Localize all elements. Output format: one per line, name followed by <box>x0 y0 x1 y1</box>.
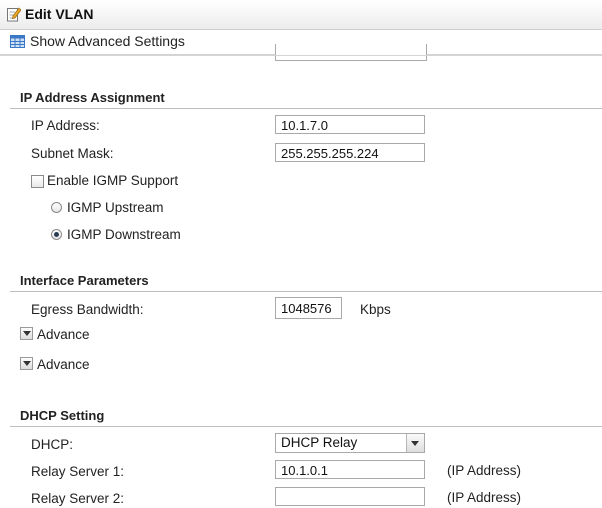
advance-toggle-icon[interactable] <box>20 357 33 370</box>
dhcp-label: DHCP: <box>31 437 74 452</box>
igmp-downstream-label: IGMP Downstream <box>67 227 181 242</box>
enable-igmp-checkbox[interactable] <box>31 175 44 188</box>
toolbar-divider <box>0 55 602 56</box>
ip-address-input[interactable]: 10.1.7.0 <box>275 115 425 134</box>
relay-server-1-input[interactable]: 10.1.0.1 <box>275 460 425 479</box>
window-title: Edit VLAN <box>25 6 94 22</box>
enable-igmp-label: Enable IGMP Support <box>47 173 179 188</box>
section-title-interface-parameters: Interface Parameters <box>20 273 149 288</box>
edit-pencil-icon <box>7 7 21 22</box>
section-rule <box>10 108 602 109</box>
relay-server-1-hint: (IP Address) <box>447 463 522 478</box>
subnet-mask-label: Subnet Mask: <box>31 146 114 161</box>
dhcp-select-value: DHCP Relay <box>281 435 358 450</box>
igmp-upstream-label: IGMP Upstream <box>67 200 164 215</box>
egress-bandwidth-unit: Kbps <box>360 302 391 317</box>
advance-toggle-label[interactable]: Advance <box>37 357 90 372</box>
advance-toggle-label[interactable]: Advance <box>37 327 90 342</box>
subnet-mask-input[interactable]: 255.255.255.224 <box>275 143 425 162</box>
relay-server-2-input[interactable] <box>275 487 425 506</box>
igmp-downstream-radio[interactable] <box>51 229 62 240</box>
section-rule <box>10 426 602 427</box>
table-grid-icon[interactable] <box>10 35 25 48</box>
igmp-upstream-radio[interactable] <box>51 202 62 213</box>
relay-server-2-hint: (IP Address) <box>447 490 522 505</box>
section-title-dhcp-setting: DHCP Setting <box>20 408 105 423</box>
egress-bandwidth-input[interactable]: 1048576 <box>275 297 342 319</box>
egress-bandwidth-label: Egress Bandwidth: <box>31 302 144 317</box>
dhcp-select[interactable]: DHCP Relay <box>275 433 425 453</box>
scrolled-input-remnant <box>275 44 427 61</box>
relay-server-2-label: Relay Server 2: <box>31 491 125 506</box>
section-title-ip-assignment: IP Address Assignment <box>20 90 165 105</box>
section-rule <box>10 291 602 292</box>
chevron-down-icon[interactable] <box>406 434 424 452</box>
show-advanced-settings-button[interactable]: Show Advanced Settings <box>30 33 185 49</box>
advance-toggle-icon[interactable] <box>20 327 33 340</box>
relay-server-1-label: Relay Server 1: <box>31 464 125 479</box>
ip-address-label: IP Address: <box>31 118 100 133</box>
